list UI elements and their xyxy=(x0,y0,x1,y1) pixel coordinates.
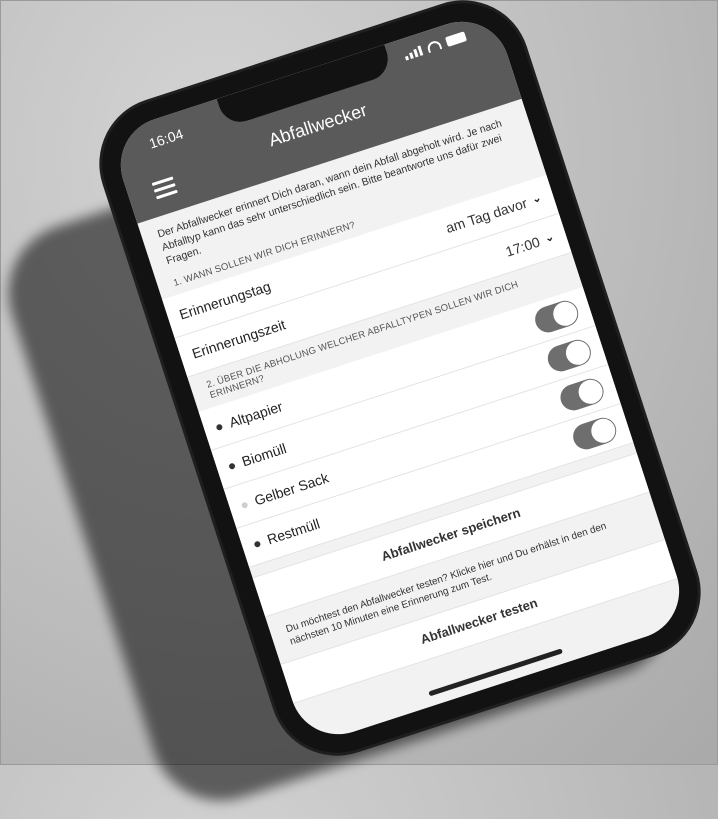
status-time: 16:04 xyxy=(146,125,186,152)
waste-type-label: Altpapier xyxy=(226,397,285,431)
bullet-icon xyxy=(228,462,236,470)
chevron-down-icon: ⌄ xyxy=(530,191,544,207)
bullet-icon xyxy=(240,501,249,509)
bullet-icon xyxy=(215,423,224,431)
bullet-icon xyxy=(253,540,262,548)
waste-type-label: Biomüll xyxy=(239,439,289,470)
status-icons xyxy=(403,31,468,61)
battery-icon xyxy=(444,31,468,47)
gelber-sack-toggle[interactable] xyxy=(556,374,607,414)
toggle-knob xyxy=(587,415,619,446)
altpapier-toggle[interactable] xyxy=(531,296,582,336)
toggle-knob xyxy=(562,337,593,368)
toggle-knob xyxy=(549,298,581,329)
reminder-time-value: 17:00 xyxy=(503,233,542,260)
signal-icon xyxy=(403,45,424,61)
reminder-time-select[interactable]: 17:00 ⌄ xyxy=(503,228,556,259)
toggle-knob xyxy=(575,376,606,407)
restmuell-toggle[interactable] xyxy=(569,413,620,453)
wifi-icon xyxy=(425,39,443,54)
waste-type-label: Restmüll xyxy=(264,514,322,548)
chevron-down-icon: ⌄ xyxy=(543,230,556,246)
biomuell-toggle[interactable] xyxy=(544,335,595,375)
